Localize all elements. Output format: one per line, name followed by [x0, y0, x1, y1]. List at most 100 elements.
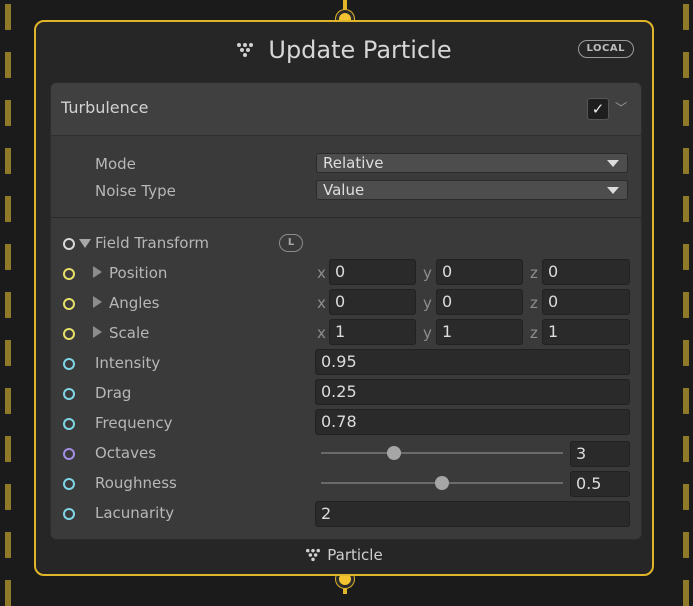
background-dash [683, 340, 689, 366]
noise-type-value: Value [323, 181, 365, 199]
node-header: Update Particle [36, 32, 652, 68]
axis-x-label: x [317, 294, 326, 312]
background-dash [5, 532, 11, 558]
axis-z-label: z [530, 264, 538, 282]
block-header[interactable]: Turbulence ✓ ﹀ [51, 83, 641, 136]
axis-x-label: x [317, 264, 326, 282]
turbulence-block[interactable]: Turbulence ✓ ﹀ Mode Relative Noise Type … [50, 82, 642, 540]
background-dash [5, 292, 11, 318]
background-dash [683, 244, 689, 270]
background-dash [683, 4, 689, 30]
drag-label: Drag [95, 384, 132, 402]
mode-dropdown[interactable]: Relative [316, 153, 628, 173]
vfx-particle-icon [306, 548, 321, 562]
background-dash [5, 100, 11, 126]
background-dash [683, 436, 689, 462]
noise-type-label: Noise Type [95, 182, 176, 200]
lacunarity-label: Lacunarity [95, 504, 175, 522]
scale-z-field[interactable]: 1 [542, 319, 630, 345]
octaves-slider-track[interactable] [321, 452, 563, 454]
position-x-field[interactable]: 0 [329, 259, 416, 285]
block-title: Turbulence [61, 98, 149, 117]
axis-z-label: z [530, 294, 538, 312]
expand-down-icon[interactable] [79, 239, 91, 248]
scale-port[interactable] [63, 328, 75, 340]
field-transform-port[interactable] [63, 238, 75, 250]
background-dash [5, 244, 11, 270]
footer-label: Particle [327, 546, 383, 564]
dropdown-arrow-icon [607, 187, 619, 194]
background-dashes-right [683, 0, 689, 606]
axis-y-label: y [423, 264, 432, 282]
lacunarity-field[interactable]: 2 [315, 501, 630, 527]
node-footer: Particle [36, 546, 652, 564]
drag-port[interactable] [63, 388, 75, 400]
frequency-port[interactable] [63, 418, 75, 430]
axis-y-label: y [423, 324, 432, 342]
angles-y-field[interactable]: 0 [436, 289, 523, 315]
section-divider [51, 217, 641, 218]
dropdown-arrow-icon [607, 160, 619, 167]
background-dash [683, 292, 689, 318]
node-title: Update Particle [268, 36, 452, 64]
expand-right-icon[interactable] [93, 266, 102, 278]
drag-field[interactable]: 0.25 [315, 379, 630, 405]
mode-label: Mode [95, 155, 136, 173]
roughness-slider-thumb[interactable] [435, 476, 449, 490]
background-dash [683, 580, 689, 606]
position-y-field[interactable]: 0 [436, 259, 523, 285]
scale-label: Scale [109, 324, 150, 342]
background-dash [5, 52, 11, 78]
mode-value: Relative [323, 154, 384, 172]
background-dash [5, 580, 11, 606]
background-dash [683, 484, 689, 510]
background-dash [5, 484, 11, 510]
background-dash [683, 388, 689, 414]
background-dash [683, 532, 689, 558]
angles-x-field[interactable]: 0 [329, 289, 416, 315]
angles-port[interactable] [63, 298, 75, 310]
background-dash [5, 4, 11, 30]
background-dash [5, 388, 11, 414]
octaves-field[interactable]: 3 [570, 441, 630, 467]
roughness-field[interactable]: 0.5 [570, 471, 630, 497]
background-dash [683, 148, 689, 174]
background-dash [5, 196, 11, 222]
position-port[interactable] [63, 268, 75, 280]
octaves-slider-thumb[interactable] [386, 446, 401, 460]
scale-x-field[interactable]: 1 [329, 319, 416, 345]
space-local-badge[interactable]: LOCAL [577, 40, 634, 58]
background-dash [683, 100, 689, 126]
intensity-label: Intensity [95, 354, 161, 372]
background-dash [683, 196, 689, 222]
background-dashes-left [5, 0, 11, 606]
position-z-field[interactable]: 0 [542, 259, 630, 285]
scale-y-field[interactable]: 1 [436, 319, 523, 345]
roughness-port[interactable] [63, 478, 75, 490]
axis-y-label: y [423, 294, 432, 312]
expand-right-icon[interactable] [93, 326, 102, 338]
noise-type-dropdown[interactable]: Value [316, 180, 628, 200]
update-particle-node[interactable]: Update Particle LOCAL Turbulence ✓ ﹀ Mod… [34, 20, 654, 576]
chevron-down-icon[interactable]: ﹀ [613, 98, 629, 118]
angles-z-field[interactable]: 0 [542, 289, 630, 315]
axis-z-label: z [530, 324, 538, 342]
octaves-label: Octaves [95, 444, 157, 462]
intensity-field[interactable]: 0.95 [315, 349, 630, 375]
roughness-label: Roughness [95, 474, 177, 492]
block-enabled-checkbox[interactable]: ✓ [587, 98, 609, 120]
octaves-port[interactable] [63, 448, 75, 460]
intensity-port[interactable] [63, 358, 75, 370]
axis-x-label: x [317, 324, 326, 342]
expand-right-icon[interactable] [93, 296, 102, 308]
lacunarity-port[interactable] [63, 508, 75, 520]
field-transform-space-badge[interactable]: L [279, 234, 303, 252]
frequency-field[interactable]: 0.78 [315, 409, 630, 435]
background-dash [5, 340, 11, 366]
background-dash [683, 52, 689, 78]
field-transform-label: Field Transform [95, 234, 210, 252]
position-label: Position [109, 264, 168, 282]
background-dash [5, 436, 11, 462]
angles-label: Angles [109, 294, 160, 312]
background-dash [5, 148, 11, 174]
